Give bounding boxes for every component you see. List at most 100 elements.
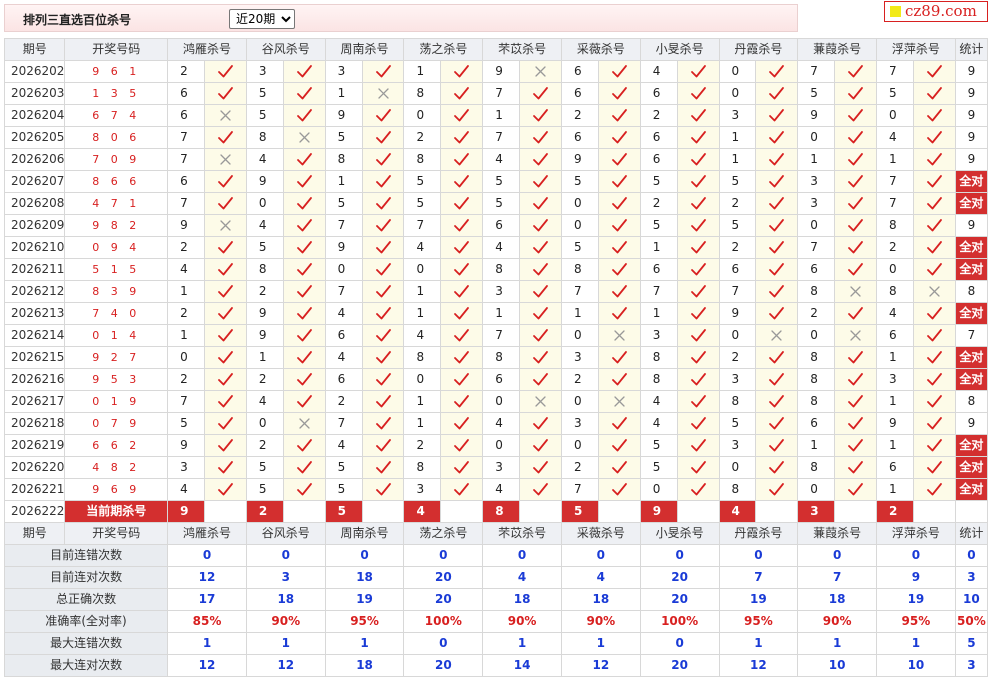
kill-number-cell: 6: [639, 82, 678, 105]
kill-number-cell: 1: [403, 390, 442, 413]
kill-number-cell: 0: [245, 192, 284, 215]
check-icon: [204, 478, 247, 501]
col-header-killer: 鸿雁杀号: [167, 38, 247, 61]
kill-number-cell: 7: [876, 170, 914, 193]
site-logo[interactable]: cz89.com: [884, 1, 988, 22]
stat-label: 目前连对次数: [3, 566, 169, 589]
table-row: 2026212 8 3 912713777888: [3, 280, 988, 303]
kill-number-cell: 3: [403, 478, 442, 501]
stat-value: 1: [167, 632, 247, 655]
check-icon: [282, 82, 326, 105]
check-icon: [834, 126, 878, 149]
kill-number-cell: 0: [560, 214, 599, 237]
table-row: 2026206 7 0 97 4 8 8 4 9 6 1 1 1 9: [3, 148, 988, 171]
check-icon: [519, 170, 562, 193]
check-icon: [834, 60, 878, 83]
kill-number-cell: 1: [797, 434, 836, 457]
table-row: 2026202 9 6 12 3 3 1 9 6 4 0 7 7 9: [3, 60, 988, 83]
kill-number-cell: 3: [639, 324, 678, 347]
table-row: 2026215 9 2 7 0 1 4 8 8 3 8 2 8 1 全对: [3, 346, 988, 369]
check-icon: [440, 390, 484, 413]
cross-icon: [519, 60, 562, 83]
check-icon: [834, 214, 878, 237]
winning-number-cell: 0 7 9: [64, 412, 169, 435]
check-icon: [597, 104, 641, 127]
check-icon: [597, 456, 641, 479]
check-icon: [361, 236, 405, 259]
stat-total: 50%: [954, 610, 988, 633]
period-cell: 2026206: [3, 148, 66, 171]
stat-label: 目前连错次数: [3, 544, 169, 567]
kill-number-cell: 1: [639, 236, 678, 259]
kill-number-cell: 9: [167, 434, 206, 457]
stat-value: 90%: [797, 610, 878, 633]
period-cell: 2026219: [3, 434, 66, 457]
current-total-cell: [954, 500, 988, 523]
kill-number-cell: 5: [245, 456, 284, 479]
stat-total: 0: [954, 544, 988, 567]
col-header-killer: 芣苡杀号: [482, 522, 562, 545]
winning-number-cell: 6 6 2: [64, 434, 169, 457]
col-header-killer: 谷风杀号: [245, 38, 326, 61]
check-icon: [361, 214, 405, 237]
winning-number-cell: 9 8 2: [64, 214, 169, 237]
check-icon: [361, 390, 405, 413]
kill-number-cell: 0: [718, 82, 757, 105]
check-icon: [912, 170, 956, 193]
kill-number-table: 期号 开奖号码 鸿雁杀号 谷风杀号 周南杀号 荡之杀号 芣苡杀号 采薇杀号 小旻杀号 丹霞杀号 蒹葭…: [3, 38, 988, 677]
table-row: 2026217 0 1 97 4 2 1 0 0 4 8 8 1 8: [3, 390, 988, 413]
header-row: 期号 开奖号码 鸿雁杀号 谷风杀号 周南杀号 荡之杀号 芣苡杀号 采薇杀号 小旻杀号 丹霞杀号 蒹葭…: [3, 522, 988, 545]
check-icon: [676, 302, 720, 325]
check-icon: [912, 148, 956, 171]
kill-number-cell: 6: [797, 412, 836, 435]
kill-number-cell: 4: [876, 302, 914, 325]
total-cell: 9: [954, 214, 988, 237]
check-icon: [755, 412, 799, 435]
stat-value: 18: [797, 588, 878, 611]
kill-number-cell: 8: [403, 346, 442, 369]
kill-number-cell: 8: [482, 258, 521, 281]
check-icon: [597, 60, 641, 83]
stat-total: 5: [954, 632, 988, 655]
stat-value: 95%: [324, 610, 405, 633]
check-icon: [597, 82, 641, 105]
cross-icon: [204, 148, 247, 171]
period-cell: 2026220: [3, 456, 66, 479]
stat-total: 3: [954, 654, 988, 677]
kill-number-cell: 2: [167, 302, 206, 325]
check-icon: [361, 192, 405, 215]
table-row: 2026219 6 6 2 9 2 4 2 0 0 5 3 1 1 全对: [3, 434, 988, 457]
period-cell: 2026211: [3, 258, 66, 281]
stat-row: 目前连错次数 0 0 0 0 0 0 0 0 0 0 0: [3, 544, 988, 567]
check-icon: [676, 192, 720, 215]
stat-value: 19: [876, 588, 956, 611]
check-icon: [755, 104, 799, 127]
check-icon: [755, 192, 799, 215]
kill-number-cell: 7: [482, 126, 521, 149]
period-cell: 2026210: [3, 236, 66, 259]
stat-value: 20: [639, 654, 720, 677]
check-icon: [755, 82, 799, 105]
kill-number-cell: 7: [167, 148, 206, 171]
col-header-winning: 开奖号码: [64, 38, 169, 61]
table-row: 2026213 7 4 0 2 9 4 1 1 1 1 9 2 4 全对: [3, 302, 988, 325]
stat-value: 1: [876, 632, 956, 655]
kill-number-cell: 0: [482, 390, 521, 413]
check-icon: [755, 346, 799, 369]
kill-number-cell: 2: [560, 368, 599, 391]
current-kill-value: 2: [876, 500, 914, 523]
period-cell: 2026204: [3, 104, 66, 127]
kill-number-cell: 1: [482, 302, 521, 325]
check-icon: [204, 192, 247, 215]
check-icon: [282, 60, 326, 83]
period-select[interactable]: 近20期: [229, 9, 295, 29]
col-header-killer: 周南杀号: [324, 38, 405, 61]
kill-number-cell: 4: [167, 478, 206, 501]
kill-number-cell: 1: [639, 302, 678, 325]
current-kill-spacer: [440, 500, 484, 523]
check-icon: [440, 258, 484, 281]
check-icon: [361, 412, 405, 435]
check-icon: [597, 258, 641, 281]
check-icon: [204, 236, 247, 259]
stat-value: 90%: [560, 610, 641, 633]
